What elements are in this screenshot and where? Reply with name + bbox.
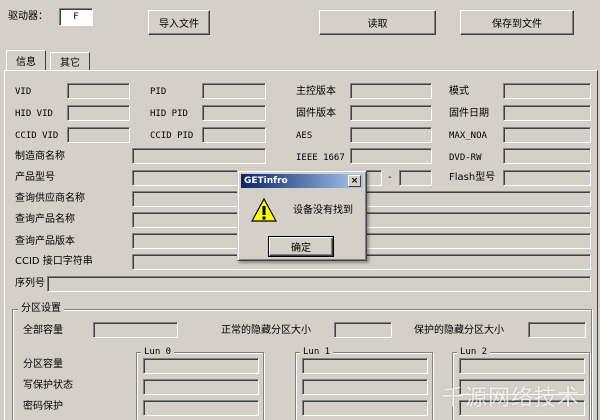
normal-hidden-size-label: 正常的隐藏分区大小 (221, 325, 311, 336)
dvd-rw-label: DVD-RW (449, 153, 482, 163)
protected-hidden-size-label: 保护的隐藏分区大小 (414, 325, 504, 336)
lun-2-capacity-field (459, 358, 585, 374)
lun-2-title: Lun 2 (457, 346, 491, 358)
ccid-vid-field (67, 127, 130, 143)
firmware-version-field (350, 105, 432, 121)
firmware-date-field (503, 105, 591, 121)
protected-hidden-size-field (528, 322, 586, 338)
partition-settings-title: 分区设置 (18, 303, 64, 315)
ok-button[interactable]: 确定 (268, 236, 334, 257)
total-capacity-field (93, 322, 178, 338)
model-suffix-field (399, 170, 432, 186)
tab-other[interactable]: 其它 (50, 52, 90, 70)
lun-0-capacity-field (143, 358, 259, 374)
ieee-1667-label: IEEE 1667 (296, 153, 345, 163)
ccid-pid-label: CCID PID (150, 131, 194, 141)
dialog-title-bar[interactable]: GETinfro × (241, 174, 363, 188)
import-file-button[interactable]: 导入文件 (148, 10, 210, 35)
query-vendor-name-label: 查询供应商名称 (15, 193, 85, 204)
partition-capacity-label: 分区容量 (23, 359, 63, 370)
tab-info[interactable]: 信息 (6, 50, 46, 70)
lun-1-title: Lun 1 (300, 346, 334, 358)
read-button[interactable]: 读取 (319, 10, 436, 35)
product-model-label: 产品型号 (15, 172, 55, 183)
dialog-title: GETinfro (244, 176, 288, 186)
watermark: 千源网络技术 (441, 386, 580, 411)
drive-value: F (73, 12, 79, 22)
query-product-name-label: 查询产品名称 (15, 214, 75, 225)
master-version-label: 主控版本 (296, 86, 336, 97)
pid-field (202, 83, 266, 99)
query-product-version-label: 查询产品版本 (15, 236, 75, 247)
aes-label: AES (296, 131, 313, 141)
aes-field (350, 127, 432, 143)
ccid-vid-label: CCID VID (15, 131, 59, 141)
lun-1-write-protect-field (302, 379, 428, 395)
max-noa-field (503, 127, 591, 143)
hid-vid-label: HID VID (15, 109, 53, 119)
mode-field (503, 83, 591, 99)
manufacturer-name-field (132, 148, 266, 164)
vid-field (67, 83, 130, 99)
mode-label: 模式 (449, 86, 469, 97)
warning-icon (251, 198, 277, 222)
flash-model-label: Flash型号 (449, 172, 496, 183)
lun-0-title: Lun 0 (141, 346, 175, 358)
serial-number-field (47, 276, 591, 292)
hid-pid-field (202, 105, 266, 121)
error-dialog: GETinfro × 设备没有找到 确定 (237, 170, 367, 261)
drive-label: 驱动器： (8, 11, 48, 22)
hid-pid-label: HID PID (150, 109, 188, 119)
hid-vid-field (67, 105, 130, 121)
ccid-interface-string-label: CCID 接口字符串 (15, 256, 93, 267)
max-noa-label: MAX_NOA (449, 131, 487, 141)
firmware-date-label: 固件日期 (449, 108, 489, 119)
close-icon[interactable]: × (348, 175, 361, 187)
flash-model-field (503, 170, 591, 186)
firmware-version-label: 固件版本 (296, 108, 336, 119)
lun-1-password-field (302, 400, 428, 416)
dvd-rw-field (503, 148, 591, 164)
ccid-pid-field (202, 127, 266, 143)
lun-1-capacity-field (302, 358, 428, 374)
model-dash: - (388, 172, 392, 183)
serial-number-label: 序列号 (15, 278, 45, 289)
normal-hidden-size-field (334, 322, 392, 338)
write-protect-status-label: 写保护状态 (23, 380, 73, 391)
save-to-file-button[interactable]: 保存到文件 (460, 10, 574, 35)
pid-label: PID (150, 87, 167, 97)
ieee-1667-field (350, 148, 432, 164)
vid-label: VID (15, 87, 32, 97)
master-version-field (350, 83, 432, 99)
lun-0-write-protect-field (143, 379, 259, 395)
total-capacity-label: 全部容量 (23, 325, 63, 336)
lun-0-password-field (143, 400, 259, 416)
manufacturer-name-label: 制造商名称 (15, 151, 65, 162)
drive-input[interactable]: F (59, 8, 93, 26)
dialog-message: 设备没有找到 (293, 205, 353, 216)
password-protect-label: 密码保护 (23, 401, 63, 412)
